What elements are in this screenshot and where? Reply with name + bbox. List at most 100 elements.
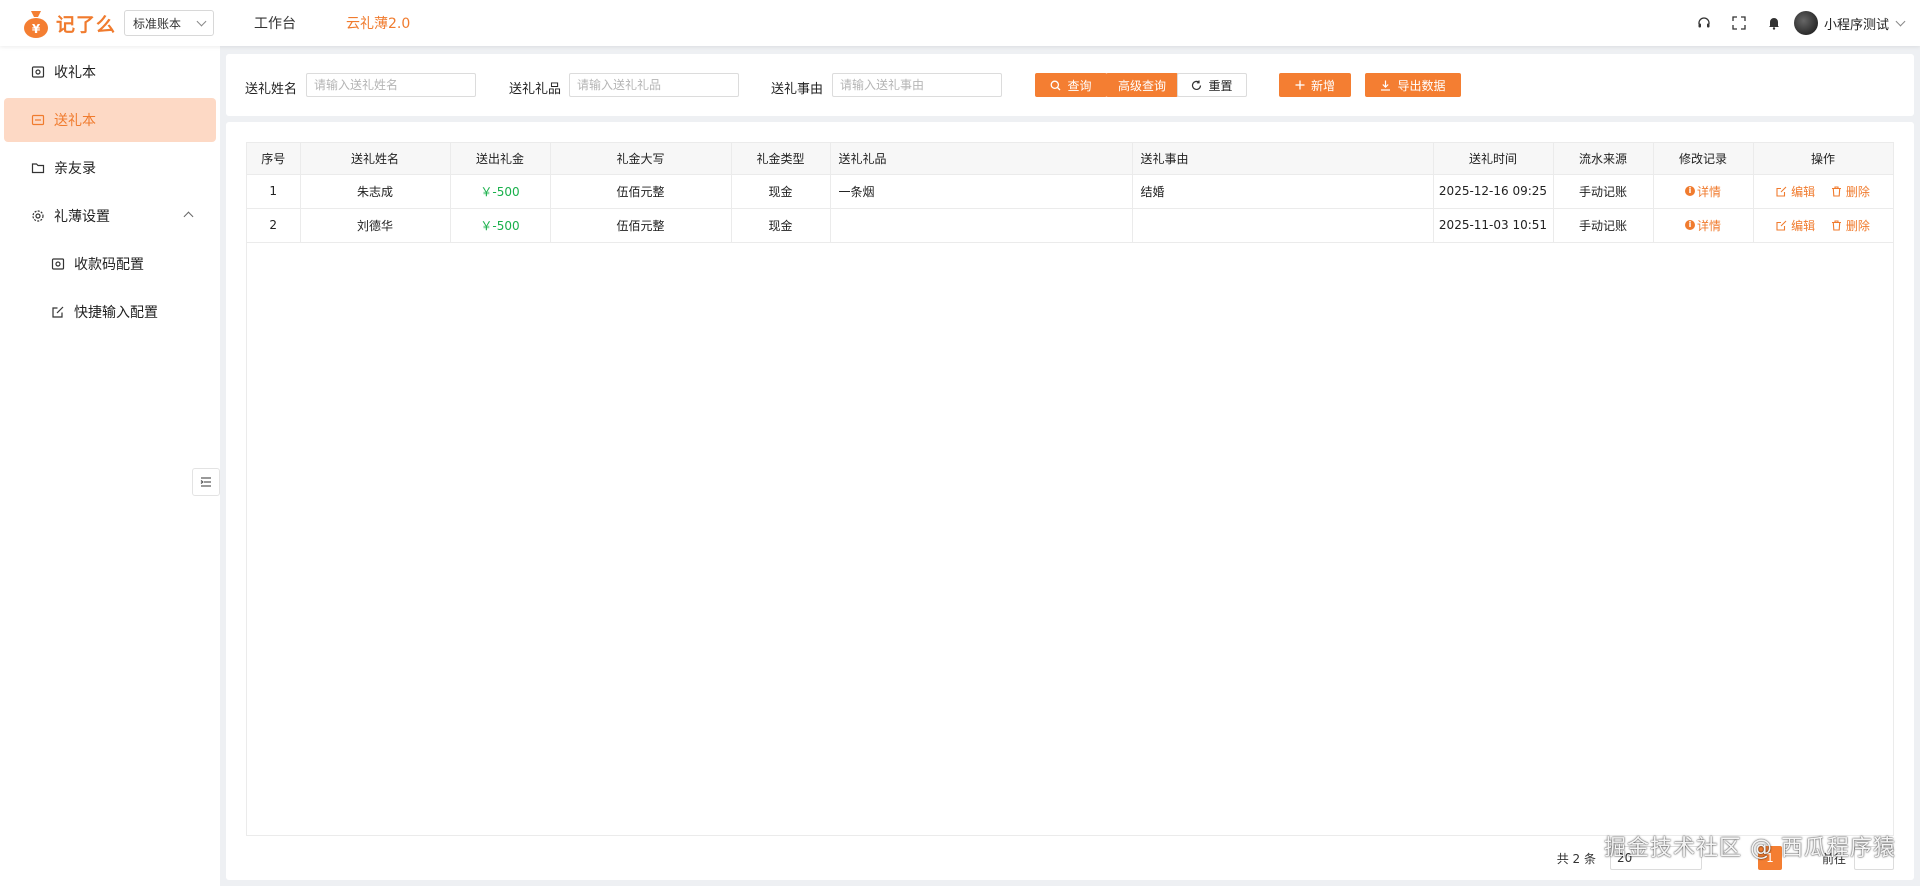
logo[interactable]: ¥ 记了么 [22, 8, 116, 38]
sidebar-item-settings[interactable]: 礼薄设置 [4, 194, 216, 238]
edit-label: 编辑 [1791, 218, 1816, 233]
nav-workbench[interactable]: 工作台 [254, 13, 296, 33]
top-right-tools: 小程序测试 [1677, 0, 1906, 46]
money-bag-icon: ¥ [22, 8, 50, 38]
query-button[interactable]: 查询 [1035, 73, 1107, 97]
book-select-value: 标准账本 [133, 16, 182, 31]
cell-record: i 详情 [1653, 174, 1754, 209]
search-icon [1050, 80, 1061, 91]
reason-filter-input[interactable] [832, 73, 1002, 97]
sidebar-collapse-button[interactable] [192, 468, 220, 496]
sidebar: 收礼本 送礼本 亲友录 礼薄设置 收款码配置 快捷输入配置 [0, 46, 220, 886]
user-name[interactable]: 小程序测试 [1824, 14, 1889, 33]
name-filter-label: 送礼姓名 [245, 82, 298, 97]
advanced-query-button[interactable]: 高级查询 [1106, 73, 1178, 97]
cell-gift [830, 208, 1133, 243]
cell-name: 朱志成 [300, 174, 451, 209]
name-filter-input[interactable] [306, 73, 476, 97]
detail-link[interactable]: i 详情 [1684, 217, 1721, 234]
edit-label: 编辑 [1791, 184, 1816, 199]
nav-cloud-book[interactable]: 云礼薄2.0 [346, 13, 410, 33]
chevron-down-icon[interactable] [1895, 16, 1906, 26]
sidebar-item-qrcode-config[interactable]: 收款码配置 [4, 242, 216, 286]
fullscreen-icon[interactable] [1731, 15, 1747, 31]
col-header: 序号 [247, 143, 301, 175]
sidebar-item-contacts[interactable]: 亲友录 [4, 146, 216, 190]
col-header: 操作 [1753, 143, 1894, 175]
ledger-icon [30, 64, 46, 80]
add-button[interactable]: 新增 [1279, 73, 1351, 97]
edit-icon [1776, 186, 1787, 197]
chevron-up-icon [183, 211, 194, 222]
reason-filter-label: 送礼事由 [771, 82, 824, 97]
edit-button[interactable]: 编辑 [1776, 183, 1815, 200]
export-button[interactable]: 导出数据 [1365, 73, 1461, 97]
table-row: 2 刘德华 ￥-500 伍佰元整 现金 2025-11-03 10:51 手动记… [247, 208, 1894, 243]
col-header: 送礼时间 [1433, 143, 1554, 175]
gift-book-icon [30, 112, 46, 128]
cell-source: 手动记账 [1553, 174, 1654, 209]
delete-button[interactable]: 删除 [1831, 217, 1870, 234]
cell-actions: 编辑 删除 [1753, 174, 1894, 209]
detail-label: 详情 [1696, 218, 1721, 233]
cell-record: i 详情 [1653, 208, 1754, 243]
edit-icon [1776, 220, 1787, 231]
cell-reason [1132, 208, 1434, 243]
cell-actions: 编辑 删除 [1753, 208, 1894, 243]
reset-button[interactable]: 重置 [1177, 73, 1247, 97]
col-header: 送礼事由 [1132, 143, 1434, 175]
watermark: 掘金技术社区 @ 西瓜程序猿 [1604, 836, 1896, 861]
sidebar-item-label: 送礼本 [54, 113, 96, 129]
cell-gift: 一条烟 [830, 174, 1133, 209]
edit-icon [50, 304, 66, 320]
trash-icon [1831, 219, 1841, 231]
cell-time: 2025-12-16 09:25 [1433, 174, 1554, 209]
headset-icon[interactable] [1696, 15, 1712, 31]
cell-index: 2 [247, 208, 301, 243]
chevron-down-icon [196, 16, 207, 26]
col-header: 送礼礼品 [830, 143, 1133, 175]
cell-index: 1 [247, 174, 301, 209]
book-select[interactable]: 标准账本 [124, 10, 215, 36]
delete-button[interactable]: 删除 [1831, 183, 1870, 200]
col-header: 礼金大写 [550, 143, 732, 175]
info-icon: i [1684, 186, 1695, 197]
reset-button-label: 重置 [1208, 78, 1233, 93]
export-button-label: 导出数据 [1397, 78, 1446, 93]
cell-amount: ￥-500 [450, 208, 551, 243]
gift-table: 序号 送礼姓名 送出礼金 礼金大写 礼金类型 送礼礼品 送礼事由 送礼时间 流水… [246, 142, 1894, 836]
advanced-query-label: 高级查询 [1117, 78, 1166, 93]
sidebar-item-label: 收款码配置 [74, 257, 144, 273]
refresh-icon [1191, 80, 1202, 91]
trash-icon [1831, 185, 1841, 197]
top-bar: ¥ 记了么 标准账本 工作台 云礼薄2.0 小程序测试 [0, 0, 1920, 46]
bell-icon[interactable] [1766, 15, 1782, 31]
settings-icon [30, 208, 46, 224]
detail-label: 详情 [1696, 184, 1721, 199]
detail-link[interactable]: i 详情 [1684, 183, 1721, 200]
avatar[interactable] [1793, 11, 1818, 35]
sidebar-item-gift-book[interactable]: 送礼本 [4, 98, 216, 142]
add-button-label: 新增 [1310, 78, 1335, 93]
cell-type: 现金 [731, 208, 831, 243]
folder-icon [30, 160, 46, 176]
svg-text:¥: ¥ [32, 22, 41, 36]
sidebar-item-label: 快捷输入配置 [74, 305, 158, 321]
sidebar-item-receive-book[interactable]: 收礼本 [4, 50, 216, 94]
total-count: 共 2 条 [1556, 851, 1596, 866]
sidebar-item-quick-input-config[interactable]: 快捷输入配置 [4, 290, 216, 334]
gift-filter-input[interactable] [569, 73, 739, 97]
sidebar-item-label: 礼薄设置 [54, 209, 110, 225]
search-panel: 送礼姓名 送礼礼品 送礼事由 查询 高级查询 重置 新增 导出数据 [226, 54, 1914, 116]
sidebar-item-label: 收礼本 [54, 65, 96, 81]
table-row: 1 朱志成 ￥-500 伍佰元整 现金 一条烟 结婚 2025-12-16 09… [247, 174, 1894, 209]
query-button-label: 查询 [1067, 78, 1092, 93]
delete-label: 删除 [1845, 184, 1870, 199]
cell-amount-upper: 伍佰元整 [550, 208, 732, 243]
cell-amount-upper: 伍佰元整 [550, 174, 732, 209]
col-header: 流水来源 [1553, 143, 1654, 175]
edit-button[interactable]: 编辑 [1776, 217, 1815, 234]
table-header-row: 序号 送礼姓名 送出礼金 礼金大写 礼金类型 送礼礼品 送礼事由 送礼时间 流水… [247, 143, 1894, 175]
cell-source: 手动记账 [1553, 208, 1654, 243]
qrcode-icon [50, 256, 66, 272]
